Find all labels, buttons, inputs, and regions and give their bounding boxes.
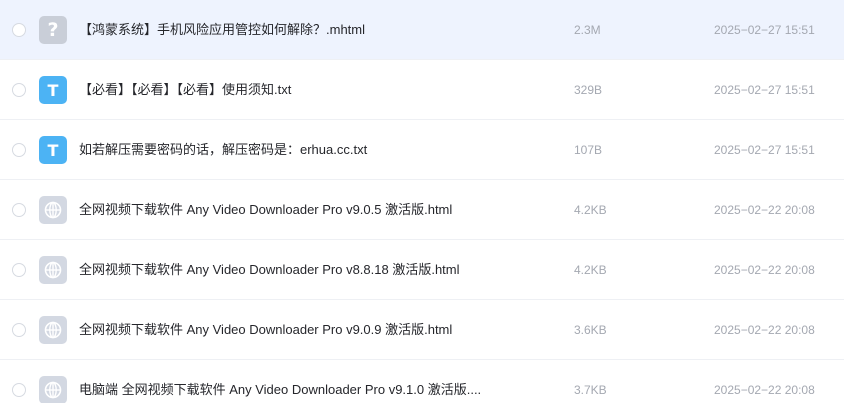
globe-icon xyxy=(44,201,62,219)
file-size: 4.2KB xyxy=(574,203,607,217)
globe-icon xyxy=(44,381,62,399)
row-checkbox[interactable] xyxy=(12,203,26,217)
file-date: 2025−02−22 20:08 xyxy=(714,263,815,277)
file-size: 329B xyxy=(574,83,603,97)
file-name[interactable]: 【鸿蒙系统】手机风险应用管控如何解除？.mhtml xyxy=(79,0,519,60)
file-name[interactable]: 电脑端 全网视频下载软件 Any Video Downloader Pro v9… xyxy=(79,360,519,403)
file-size: 3.7KB xyxy=(574,383,607,397)
file-size: 3.6KB xyxy=(574,323,607,337)
file-date: 2025−02−27 15:51 xyxy=(714,83,815,97)
file-row[interactable]: 电脑端 全网视频下载软件 Any Video Downloader Pro v9… xyxy=(0,360,844,403)
row-checkbox[interactable] xyxy=(12,143,26,157)
row-checkbox[interactable] xyxy=(12,23,26,37)
file-date: 2025−02−22 20:08 xyxy=(714,323,815,337)
file-size: 4.2KB xyxy=(574,263,607,277)
file-name[interactable]: 【必看】【必看】【必看】使用须知.txt xyxy=(79,60,519,120)
file-date: 2025−02−27 15:51 xyxy=(714,143,815,157)
file-size: 107B xyxy=(574,143,603,157)
row-checkbox[interactable] xyxy=(12,323,26,337)
html-file-icon xyxy=(39,316,67,344)
file-row[interactable]: 全网视频下载软件 Any Video Downloader Pro v9.0.9… xyxy=(0,300,844,360)
row-checkbox[interactable] xyxy=(12,263,26,277)
html-file-icon xyxy=(39,196,67,224)
html-file-icon xyxy=(39,376,67,403)
text-file-icon: T xyxy=(39,76,67,104)
unknown-file-icon: ? xyxy=(39,16,67,44)
file-row[interactable]: 全网视频下载软件 Any Video Downloader Pro v9.0.5… xyxy=(0,180,844,240)
file-date: 2025−02−22 20:08 xyxy=(714,203,815,217)
file-row[interactable]: ? 【鸿蒙系统】手机风险应用管控如何解除？.mhtml 2.3M 2025−02… xyxy=(0,0,844,60)
file-name[interactable]: 全网视频下载软件 Any Video Downloader Pro v9.0.5… xyxy=(79,180,519,240)
globe-icon xyxy=(44,261,62,279)
file-size: 2.3M xyxy=(574,23,601,37)
file-date: 2025−02−27 15:51 xyxy=(714,23,815,37)
file-row[interactable]: 全网视频下载软件 Any Video Downloader Pro v8.8.1… xyxy=(0,240,844,300)
file-name[interactable]: 全网视频下载软件 Any Video Downloader Pro v8.8.1… xyxy=(79,240,519,300)
file-date: 2025−02−22 20:08 xyxy=(714,383,815,397)
file-row[interactable]: T 如若解压需要密码的话，解压密码是：erhua.cc.txt 107B 202… xyxy=(0,120,844,180)
html-file-icon xyxy=(39,256,67,284)
file-name[interactable]: 如若解压需要密码的话，解压密码是：erhua.cc.txt xyxy=(79,120,519,180)
file-list: ? 【鸿蒙系统】手机风险应用管控如何解除？.mhtml 2.3M 2025−02… xyxy=(0,0,844,403)
file-row[interactable]: T 【必看】【必看】【必看】使用须知.txt 329B 2025−02−27 1… xyxy=(0,60,844,120)
text-file-icon: T xyxy=(39,136,67,164)
row-checkbox[interactable] xyxy=(12,83,26,97)
globe-icon xyxy=(44,321,62,339)
row-checkbox[interactable] xyxy=(12,383,26,397)
file-name[interactable]: 全网视频下载软件 Any Video Downloader Pro v9.0.9… xyxy=(79,300,519,360)
